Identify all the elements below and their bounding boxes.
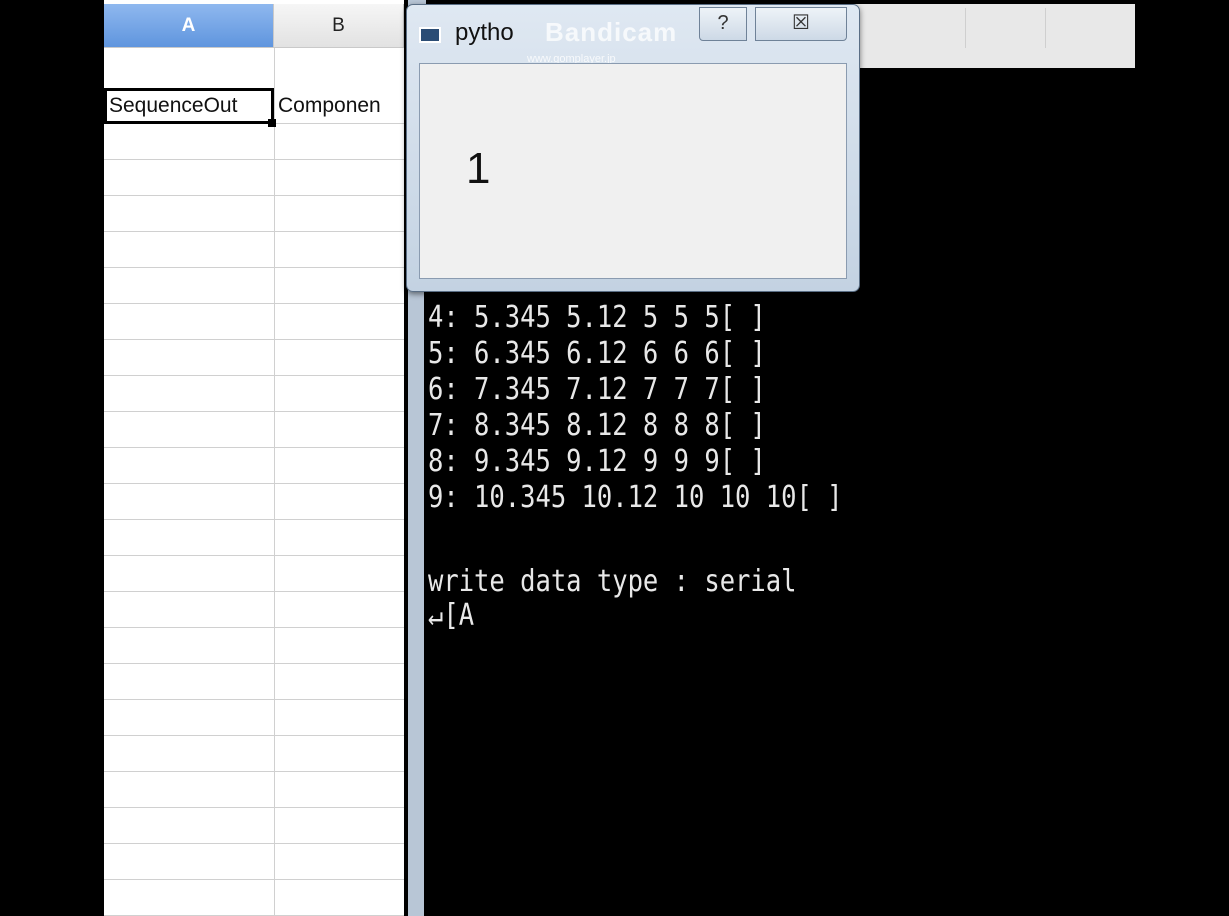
console-line: write data type : serial: [428, 564, 797, 599]
console-output: 4: 5.345 5.12 5 5 5[ ] 5: 6.345 6.12 6 6…: [424, 290, 1229, 916]
sheet-row[interactable]: [104, 520, 404, 556]
dialog-title: pytho: [455, 19, 514, 46]
sheet-row[interactable]: [104, 412, 404, 448]
help-button[interactable]: ?: [699, 7, 747, 41]
console-line: 5: 6.345 6.12 6 6 6[ ]: [428, 336, 766, 371]
close-button[interactable]: ☒: [755, 7, 847, 41]
sheet-row[interactable]: [104, 880, 404, 916]
dialog-value: 1: [466, 144, 491, 193]
sheet-row[interactable]: [104, 196, 404, 232]
cell-b1[interactable]: Componen: [278, 88, 381, 124]
sheet-row[interactable]: [104, 592, 404, 628]
sheet-row[interactable]: [104, 304, 404, 340]
python-dialog[interactable]: pytho Bandicam www.gomplayer.jp ? ☒ 1: [406, 4, 860, 292]
dialog-body: 1: [419, 63, 847, 279]
sheet-row[interactable]: [104, 700, 404, 736]
sheet-row[interactable]: [104, 340, 404, 376]
console-line: ↵[A: [428, 598, 475, 633]
sheet-row[interactable]: [104, 376, 404, 412]
sheet-row[interactable]: [104, 628, 404, 664]
cell-a1[interactable]: SequenceOut: [104, 88, 274, 124]
console-line: 6: 7.345 7.12 7 7 7[ ]: [428, 372, 766, 407]
watermark-logo: Bandicam: [545, 17, 678, 47]
sheet-row[interactable]: [104, 268, 404, 304]
column-header-a[interactable]: A: [104, 4, 274, 48]
sheet-row[interactable]: [104, 664, 404, 700]
console-line: 7: 8.345 8.12 8 8 8[ ]: [428, 408, 766, 443]
strip-divider: [1045, 8, 1046, 48]
sheet-row[interactable]: [104, 232, 404, 268]
sheet-row[interactable]: [104, 772, 404, 808]
sheet-row[interactable]: [104, 556, 404, 592]
sheet-row[interactable]: [104, 484, 404, 520]
fill-handle[interactable]: [268, 119, 276, 127]
sheet-row[interactable]: [104, 448, 404, 484]
sheet-row[interactable]: [104, 736, 404, 772]
sheet-row[interactable]: [104, 844, 404, 880]
window-icon: [419, 27, 441, 43]
background-window-strip: [845, 4, 1135, 68]
spreadsheet[interactable]: A B SequenceOut Componen: [104, 0, 404, 916]
sheet-row[interactable]: [104, 160, 404, 196]
column-header-b[interactable]: B: [274, 4, 404, 48]
console-line: 4: 5.345 5.12 5 5 5[ ]: [428, 300, 766, 335]
strip-divider: [965, 8, 966, 48]
console-line: 8: 9.345 9.12 9 9 9[ ]: [428, 444, 766, 479]
console-line: 9: 10.345 10.12 10 10 10[ ]: [428, 480, 843, 515]
sheet-row[interactable]: [104, 124, 404, 160]
sheet-row[interactable]: [104, 808, 404, 844]
